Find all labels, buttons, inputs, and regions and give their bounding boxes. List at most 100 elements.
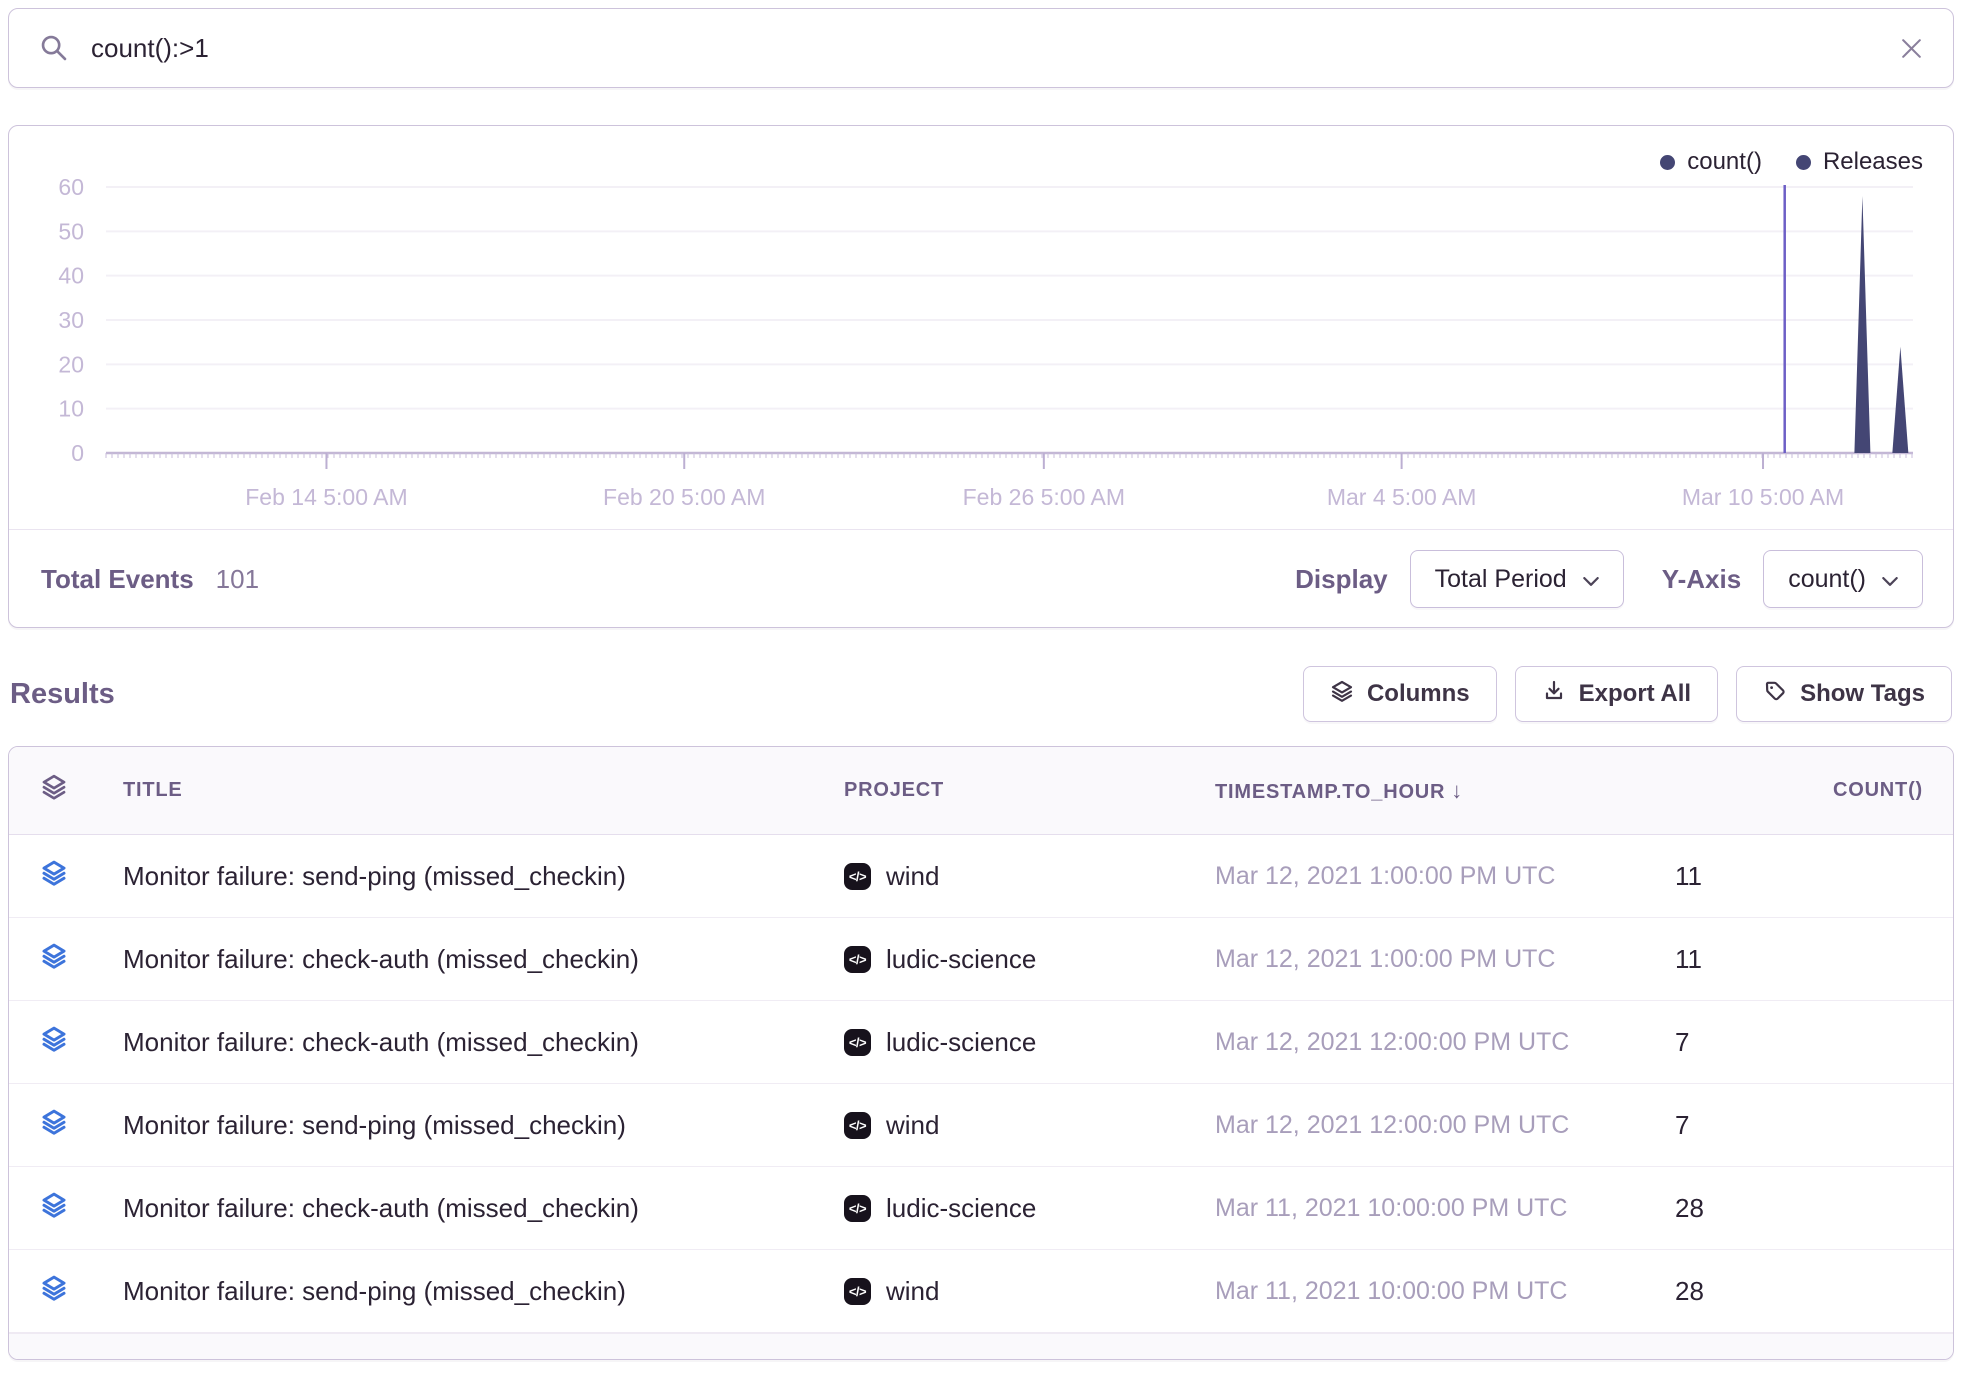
table-row[interactable]: Monitor failure: check-auth (missed_chec… bbox=[9, 918, 1953, 1001]
clear-search-icon[interactable] bbox=[1898, 35, 1925, 62]
legend-dot-releases bbox=[1796, 155, 1811, 170]
tag-icon bbox=[1763, 679, 1787, 710]
table-row[interactable]: Monitor failure: check-auth (missed_chec… bbox=[9, 1001, 1953, 1084]
timestamp-cell: Mar 12, 2021 1:00:00 PM UTC bbox=[1215, 945, 1675, 974]
x-tick-label: Feb 20 5:00 AM bbox=[603, 484, 765, 510]
display-select[interactable]: Total Period bbox=[1410, 550, 1624, 608]
legend-item-count[interactable]: count() bbox=[1660, 148, 1762, 176]
table-row[interactable]: Monitor failure: send-ping (missed_check… bbox=[9, 1084, 1953, 1167]
project-cell: </> ludic-science bbox=[844, 944, 1215, 975]
column-header-title[interactable]: TITLE bbox=[123, 779, 844, 802]
table-header-row: TITLE PROJECT TIMESTAMP.TO_HOUR↓ COUNT() bbox=[9, 747, 1953, 835]
y-tick-label: 0 bbox=[71, 440, 84, 466]
table-row[interactable]: Monitor failure: send-ping (missed_check… bbox=[9, 1250, 1953, 1333]
y-tick-label: 10 bbox=[58, 396, 84, 422]
table-footer bbox=[9, 1333, 1953, 1359]
event-title[interactable]: Monitor failure: send-ping (missed_check… bbox=[123, 861, 844, 892]
results-header-row: Results Columns bbox=[8, 666, 1954, 722]
project-platform-icon: </> bbox=[844, 1195, 871, 1222]
results-table: TITLE PROJECT TIMESTAMP.TO_HOUR↓ COUNT()… bbox=[8, 746, 1954, 1360]
project-cell: </> wind bbox=[844, 861, 1215, 892]
x-tick-label: Feb 14 5:00 AM bbox=[245, 484, 407, 510]
event-title[interactable]: Monitor failure: check-auth (missed_chec… bbox=[123, 1027, 844, 1058]
column-header-project[interactable]: PROJECT bbox=[844, 779, 1215, 802]
yaxis-label: Y-Axis bbox=[1662, 564, 1742, 595]
search-input[interactable] bbox=[91, 33, 1898, 64]
table-row[interactable]: Monitor failure: send-ping (missed_check… bbox=[9, 835, 1953, 918]
chevron-down-icon bbox=[1882, 565, 1898, 594]
project-name: ludic-science bbox=[886, 1193, 1036, 1224]
column-header-timestamp[interactable]: TIMESTAMP.TO_HOUR↓ bbox=[1215, 778, 1675, 804]
results-toolbar: Columns Export All Show bbox=[1303, 666, 1952, 722]
project-platform-icon: </> bbox=[844, 1029, 871, 1056]
columns-button-label: Columns bbox=[1367, 680, 1470, 708]
search-icon bbox=[39, 33, 69, 63]
y-tick-label: 40 bbox=[58, 263, 84, 289]
chevron-down-icon bbox=[1583, 565, 1599, 594]
stack-icon bbox=[39, 1191, 123, 1226]
count-cell: 28 bbox=[1675, 1193, 1923, 1224]
project-name: ludic-science bbox=[886, 944, 1036, 975]
table-row[interactable]: Monitor failure: check-auth (missed_chec… bbox=[9, 1167, 1953, 1250]
timestamp-cell: Mar 11, 2021 10:00:00 PM UTC bbox=[1215, 1277, 1675, 1306]
stack-icon bbox=[39, 1274, 123, 1309]
x-tick-label: Mar 10 5:00 AM bbox=[1682, 484, 1844, 510]
project-cell: </> wind bbox=[844, 1110, 1215, 1141]
show-tags-button-label: Show Tags bbox=[1800, 680, 1925, 708]
timestamp-cell: Mar 12, 2021 12:00:00 PM UTC bbox=[1215, 1028, 1675, 1057]
project-cell: </> ludic-science bbox=[844, 1193, 1215, 1224]
count-cell: 11 bbox=[1675, 944, 1923, 975]
total-events-value: 101 bbox=[216, 564, 259, 595]
count-cell: 28 bbox=[1675, 1276, 1923, 1307]
timestamp-cell: Mar 12, 2021 1:00:00 PM UTC bbox=[1215, 862, 1675, 891]
stack-icon bbox=[39, 859, 123, 894]
event-title[interactable]: Monitor failure: send-ping (missed_check… bbox=[123, 1276, 844, 1307]
column-header-count[interactable]: COUNT() bbox=[1675, 779, 1923, 802]
total-events-label: Total Events bbox=[41, 564, 194, 595]
project-name: wind bbox=[886, 1110, 939, 1141]
chart-controls: Display Total Period Y-Axis count() bbox=[1295, 550, 1923, 608]
download-icon bbox=[1542, 679, 1566, 710]
sort-desc-icon: ↓ bbox=[1451, 778, 1463, 803]
display-select-value: Total Period bbox=[1435, 565, 1567, 594]
event-title[interactable]: Monitor failure: send-ping (missed_check… bbox=[123, 1110, 844, 1141]
y-tick-label: 20 bbox=[58, 351, 84, 377]
display-label: Display bbox=[1295, 564, 1388, 595]
chart-legend: count() Releases bbox=[1660, 148, 1923, 176]
project-platform-icon: </> bbox=[844, 946, 871, 973]
legend-label-releases: Releases bbox=[1823, 148, 1923, 176]
timestamp-cell: Mar 11, 2021 10:00:00 PM UTC bbox=[1215, 1194, 1675, 1223]
export-all-button[interactable]: Export All bbox=[1515, 666, 1718, 722]
y-tick-label: 60 bbox=[58, 174, 84, 200]
y-tick-label: 30 bbox=[58, 307, 84, 333]
project-cell: </> wind bbox=[844, 1276, 1215, 1307]
yaxis-select[interactable]: count() bbox=[1763, 550, 1923, 608]
chart-footer: Total Events 101 Display Total Period Y-… bbox=[9, 529, 1953, 628]
y-tick-label: 50 bbox=[58, 218, 84, 244]
project-name: wind bbox=[886, 1276, 939, 1307]
x-tick-label: Mar 4 5:00 AM bbox=[1327, 484, 1477, 510]
export-all-button-label: Export All bbox=[1579, 680, 1691, 708]
show-tags-button[interactable]: Show Tags bbox=[1736, 666, 1952, 722]
stack-icon bbox=[39, 1025, 123, 1060]
layers-icon bbox=[1330, 679, 1354, 710]
event-title[interactable]: Monitor failure: check-auth (missed_chec… bbox=[123, 1193, 844, 1224]
legend-label-count: count() bbox=[1687, 148, 1762, 176]
columns-button[interactable]: Columns bbox=[1303, 666, 1497, 722]
project-platform-icon: </> bbox=[844, 1278, 871, 1305]
legend-item-releases[interactable]: Releases bbox=[1796, 148, 1923, 176]
project-platform-icon: </> bbox=[844, 1112, 871, 1139]
results-heading: Results bbox=[10, 678, 115, 711]
count-cell: 7 bbox=[1675, 1110, 1923, 1141]
count-cell: 7 bbox=[1675, 1027, 1923, 1058]
x-tick-label: Feb 26 5:00 AM bbox=[963, 484, 1125, 510]
legend-dot-count bbox=[1660, 155, 1675, 170]
stack-icon bbox=[39, 1108, 123, 1143]
events-chart: 0 10 20 30 40 50 60 Feb 14 5:00 AM Feb 20 5:00 A… bbox=[9, 126, 1953, 529]
project-cell: </> ludic-science bbox=[844, 1027, 1215, 1058]
project-name: wind bbox=[886, 861, 939, 892]
event-title[interactable]: Monitor failure: check-auth (missed_chec… bbox=[123, 944, 844, 975]
total-events: Total Events 101 bbox=[41, 564, 259, 595]
yaxis-select-value: count() bbox=[1788, 565, 1866, 594]
count-spike bbox=[1892, 347, 1908, 453]
